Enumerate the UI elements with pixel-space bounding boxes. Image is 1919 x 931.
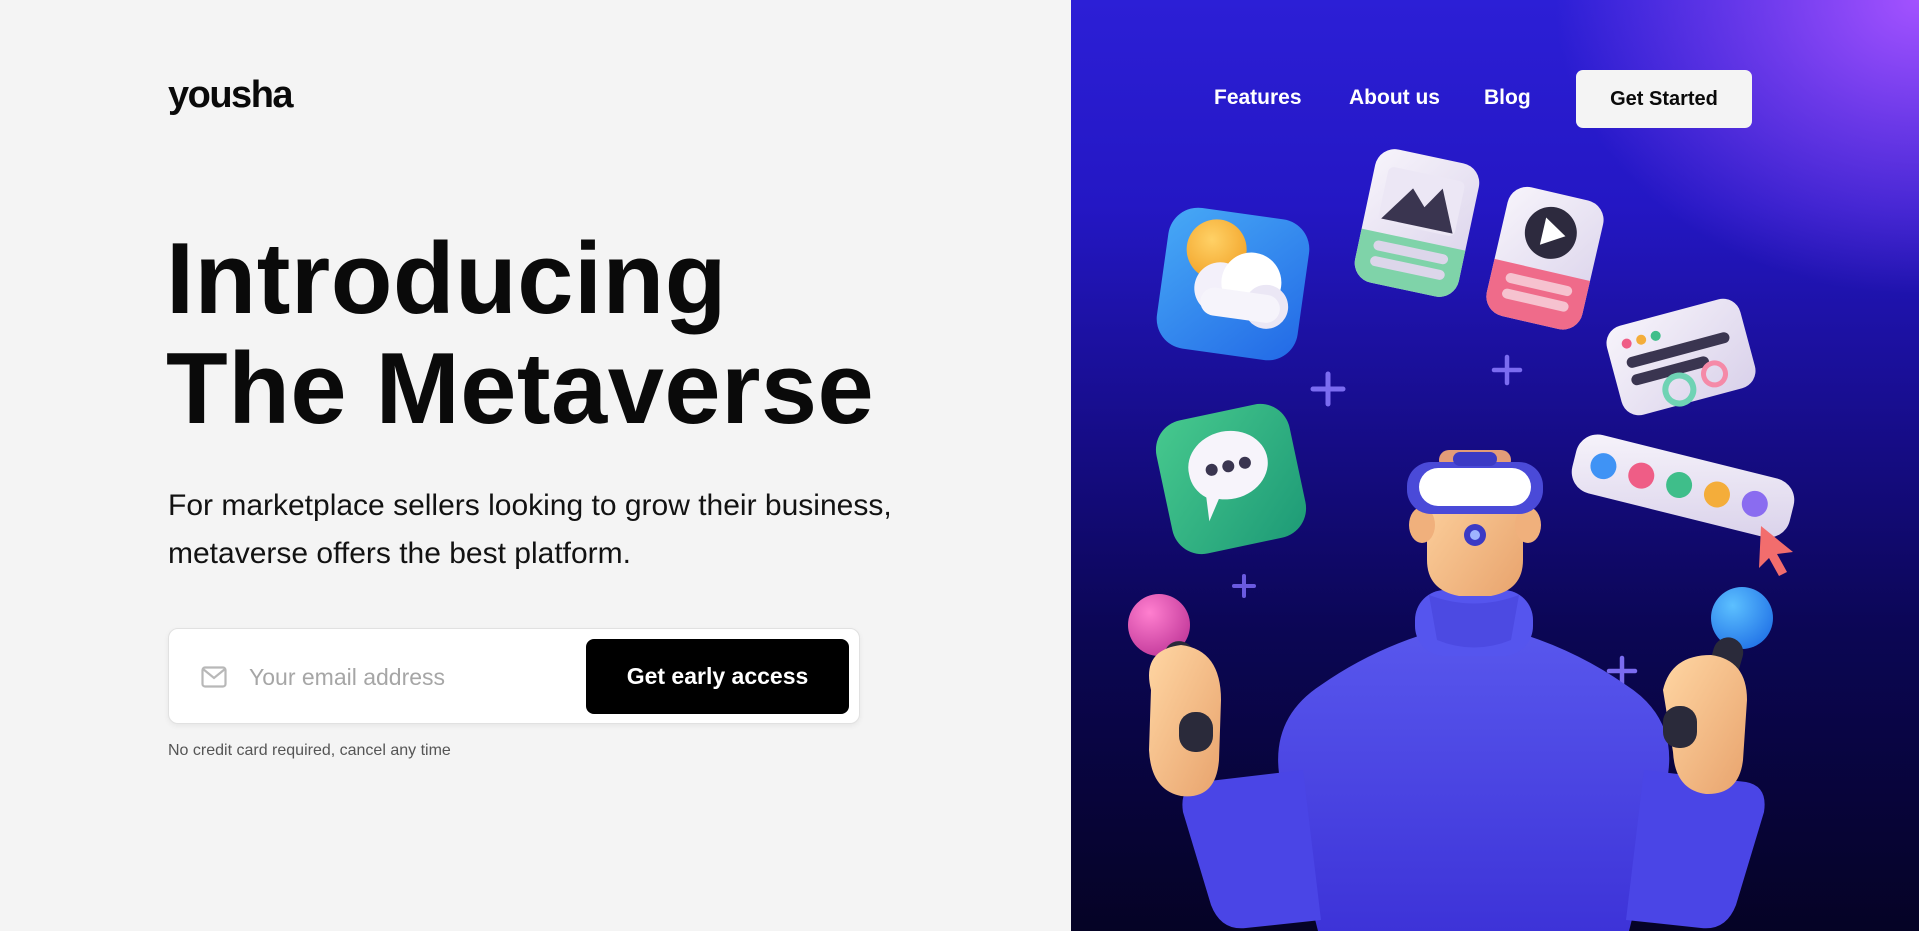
plus-icon: [1232, 574, 1256, 598]
get-early-access-button[interactable]: Get early access: [586, 639, 849, 714]
plus-icon: [1491, 354, 1523, 386]
video-card-icon: [1486, 186, 1604, 330]
nav-link-features[interactable]: Features: [1214, 86, 1302, 110]
weather-app-icon: [1156, 207, 1310, 361]
email-input[interactable]: [247, 651, 581, 703]
hero-subtitle: For marketplace sellers looking to grow …: [168, 482, 968, 578]
subtitle-line-2: metaverse offers the best platform.: [168, 537, 631, 570]
image-card-icon: [1354, 149, 1480, 297]
nav-link-blog[interactable]: Blog: [1484, 86, 1531, 110]
mail-icon: [201, 666, 227, 688]
text-card-icon: [1606, 298, 1756, 416]
hero-headline: Introducing The Metaverse: [166, 224, 874, 444]
email-signup-form: Get early access: [168, 628, 860, 724]
nav-link-about-us[interactable]: About us: [1349, 86, 1440, 110]
subtitle-line-1: For marketplace sellers looking to grow …: [168, 489, 892, 522]
get-started-button[interactable]: Get Started: [1576, 70, 1752, 128]
right-controller: [1663, 587, 1773, 795]
top-nav: Features About us Blog Get Started: [1071, 70, 1919, 128]
headline-line-1: Introducing: [166, 223, 727, 335]
metaverse-illustration: [1128, 149, 1795, 931]
chat-bubble-icon: [1155, 403, 1307, 555]
signup-note: No credit card required, cancel any time: [168, 742, 451, 759]
color-palette-icon: [1571, 434, 1795, 538]
plus-icon: [1310, 371, 1346, 407]
headline-line-2: The Metaverse: [166, 333, 875, 445]
left-controller: [1128, 594, 1221, 797]
hero-left-panel: yousha Introducing The Metaverse For mar…: [0, 0, 1071, 931]
brand-logo[interactable]: yousha: [168, 74, 294, 117]
